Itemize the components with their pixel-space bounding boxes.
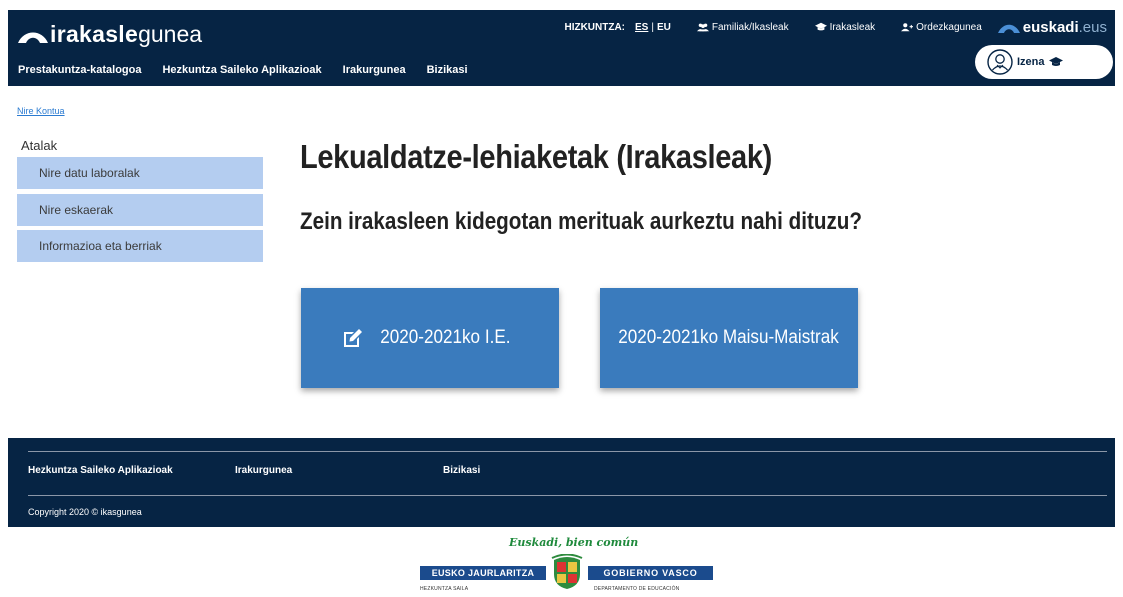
sidebar-item-nire-eskaerak[interactable]: Nire eskaerak [17,194,263,226]
main-nav: Prestakuntza-katalogoa Hezkuntza Saileko… [18,64,489,76]
logo-suffix-text: gunea [138,20,203,47]
logo-brand-text: irakasle [50,20,139,47]
sidebar-item-informazioa-eta-berriak[interactable]: Informazioa eta berriak [17,230,263,262]
footer-link-irakurgunea[interactable]: Irakurgunea [235,465,292,476]
basque-government-logo: Euskadi, bien común EUSKO JAURLARITZA GO… [420,536,715,596]
euskadi-eus-link[interactable]: euskadi .eus [997,18,1107,36]
sidebar-item-nire-datu-laboralak[interactable]: Nire datu laboralak [17,157,263,189]
site-footer: Hezkuntza Saileko Aplikazioak Irakurgune… [8,438,1115,527]
government-name-es: GOBIERNO VASCO [588,566,713,580]
graduation-cap-icon [1048,57,1063,66]
page: irakasle gunea HIZKUNTZA: ES | EU Familia… [0,0,1123,597]
edit-icon [343,329,362,347]
language-eu[interactable]: EU [657,22,671,33]
page-subtitle: Zein irakasleen kidegotan merituak aurke… [300,208,862,235]
top-link-ordezkagunea[interactable]: Ordezkagunea [901,22,982,33]
nav-prestakuntza-katalogoa[interactable]: Prestakuntza-katalogoa [18,64,141,76]
government-department-eu: HEZKUNTZA SAILA [420,586,469,592]
government-name-eu: EUSKO JAURLARITZA [420,566,546,580]
nav-irakurgunea[interactable]: Irakurgunea [343,64,406,76]
user-avatar-icon [987,49,1013,75]
sidebar-title: Atalak [21,138,58,153]
footer-link-hezkuntza-saileko-aplikazioak[interactable]: Hezkuntza Saileko Aplikazioak [28,465,173,476]
top-link-familiak-label: Familiak/Ikasleak [711,21,789,33]
euskadi-logo-icon [997,24,1020,33]
maisu-maistrak-2020-2021-button[interactable]: 2020-2021ko Maisu-Maistrak [600,288,858,388]
graduation-cap-icon [814,22,827,31]
language-es[interactable]: ES [635,22,648,33]
top-link-irakasleak[interactable]: Irakasleak [814,21,876,33]
ie-2020-2021-label: 2020-2021ko I.E. [379,327,511,348]
coat-of-arms-icon [551,554,583,589]
nav-hezkuntza-saileko-aplikazioak[interactable]: Hezkuntza Saileko Aplikazioak [162,64,321,76]
user-name: Izena [1017,56,1045,68]
euskadi-brand: euskadi [1022,18,1079,36]
footer-link-bizikasi[interactable]: Bizikasi [443,465,480,476]
euskadi-suffix: .eus [1078,18,1107,36]
footer-copyright: Copyright 2020 © ikasgunea [28,507,142,517]
footer-divider-bottom [28,495,1107,496]
top-bar: HIZKUNTZA: ES | EU Familiak/Ikasleak Ira… [564,18,1107,36]
page-title: Lekualdatze-lehiaketak (Irakasleak) [300,138,772,175]
top-link-irakasleak-label: Irakasleak [829,21,876,33]
government-slogan: Euskadi, bien común [509,536,639,549]
government-department-es: DEPARTAMENTO DE EDUCACIÓN [594,586,680,592]
nav-bizikasi[interactable]: Bizikasi [427,64,468,76]
site-header: irakasle gunea HIZKUNTZA: ES | EU Familia… [8,10,1115,86]
users-icon [696,23,709,32]
irakaslegunea-logo[interactable]: irakasle gunea [18,18,202,50]
maisu-maistrak-2020-2021-label: 2020-2021ko Maisu-Maistrak [618,327,840,348]
language-label: HIZKUNTZA: [564,21,626,33]
breadcrumb-nire-kontua[interactable]: Nire Kontua [17,106,65,116]
ie-2020-2021-button[interactable]: 2020-2021ko I.E. [301,288,559,388]
user-plus-icon [901,23,914,32]
logo-mark-icon [18,32,48,43]
user-menu-button[interactable]: Izena [975,45,1113,79]
top-link-familiak[interactable]: Familiak/Ikasleak [696,21,789,33]
footer-divider-top [28,451,1107,452]
language-separator: | [651,21,654,33]
top-link-ordezkagunea-label: Ordezkagunea [916,21,982,33]
